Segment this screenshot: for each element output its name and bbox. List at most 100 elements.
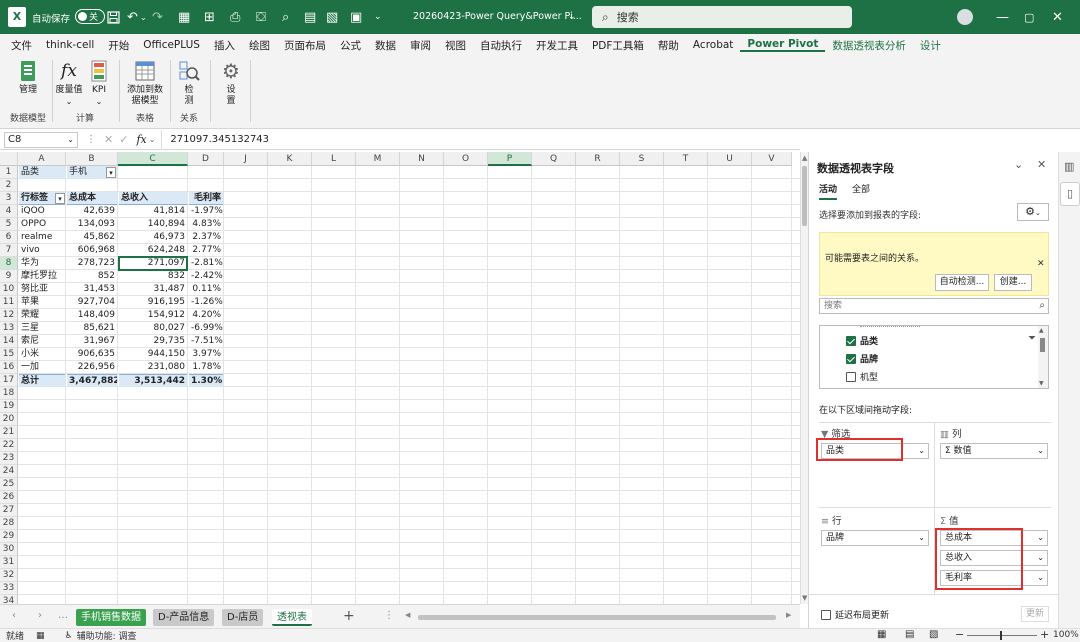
cancel-icon[interactable]: ✕ — [104, 133, 113, 146]
row-header[interactable]: 9 — [0, 270, 18, 283]
tab-automate[interactable]: 自动执行 — [473, 38, 529, 53]
search-doc-icon[interactable]: ⌕ — [282, 6, 289, 28]
tab-developer[interactable]: 开发工具 — [529, 38, 585, 53]
field-list-scrollbar[interactable]: ▲ ▼ — [1038, 326, 1048, 388]
page-break-icon[interactable]: ▧ — [929, 629, 938, 640]
insert-function-icon[interactable]: fx — [136, 133, 146, 146]
pivot-margin-value[interactable]: -2.42% — [189, 270, 223, 283]
checkbox-icon[interactable] — [846, 353, 856, 364]
column-header[interactable]: K — [268, 152, 312, 166]
row-header[interactable]: 10 — [0, 283, 18, 296]
column-header[interactable]: S — [620, 152, 664, 166]
auto-detect-button[interactable]: 自动检测... — [935, 274, 989, 291]
row-header[interactable]: 21 — [0, 426, 18, 439]
pivot-revenue-value[interactable]: 31,487 — [119, 283, 187, 296]
checkbox-icon[interactable] — [846, 335, 856, 346]
row-header[interactable]: 11 — [0, 296, 18, 309]
tab-acrobat[interactable]: Acrobat — [686, 39, 741, 51]
pivot-margin-value[interactable]: -1.26% — [189, 296, 223, 309]
document-icon[interactable]: ▯ — [1060, 182, 1080, 206]
hscroll-left-icon[interactable]: ◀ — [405, 611, 410, 619]
tab-all[interactable]: 全部 — [852, 182, 870, 195]
pivot-margin-value[interactable]: 1.78% — [189, 361, 223, 374]
row-header[interactable]: 34 — [0, 595, 18, 604]
column-header[interactable]: O — [444, 152, 488, 166]
pivot-cost-value[interactable]: 31,967 — [67, 335, 117, 348]
pivot-margin-value[interactable]: -2.81% — [189, 257, 223, 270]
pivot-header-revenue[interactable]: 总收入 — [119, 192, 187, 205]
row-header[interactable]: 6 — [0, 231, 18, 244]
row-header[interactable]: 4 — [0, 205, 18, 218]
column-header[interactable]: P — [488, 152, 532, 166]
pivot-total-cost[interactable]: 3,467,882 — [67, 374, 117, 387]
values-field-pill[interactable]: 毛利率 ⌄ — [940, 570, 1048, 586]
pivot-cost-value[interactable]: 278,723 — [67, 257, 117, 270]
scroll-down-icon[interactable]: ▼ — [1039, 380, 1044, 387]
field-list-scroll-thumb[interactable] — [1040, 338, 1045, 352]
pivot-revenue-value[interactable]: 140,894 — [119, 218, 187, 231]
notice-close-icon[interactable]: ✕ — [1037, 259, 1045, 269]
row-header[interactable]: 2 — [0, 179, 18, 192]
kpi-button[interactable]: KPI ⌄ — [86, 59, 112, 108]
pivot-total-revenue[interactable]: 3,513,442 — [119, 374, 187, 387]
row-header[interactable]: 26 — [0, 491, 18, 504]
prev-sheet-icon[interactable]: ‹ — [12, 610, 16, 621]
tab-insert[interactable]: 插入 — [207, 38, 242, 53]
field-filter-icon[interactable]: ⏷ — [1028, 333, 1036, 344]
row-header[interactable]: 16 — [0, 361, 18, 374]
pivot-row-label[interactable]: 三星 — [19, 322, 65, 335]
columns-field-pill[interactable]: Σ 数值 ⌄ — [940, 443, 1048, 459]
measures-button[interactable]: fx 度量值 ⌄ — [55, 59, 83, 108]
row-header[interactable]: 33 — [0, 582, 18, 595]
row-header[interactable]: 12 — [0, 309, 18, 322]
filter-field-pill[interactable]: 品类 ⌄ — [821, 443, 929, 459]
row-header[interactable]: 19 — [0, 400, 18, 413]
sheet-view-icon[interactable]: ▦ — [178, 6, 190, 28]
row-header[interactable]: 7 — [0, 244, 18, 257]
pivot-revenue-value[interactable]: 916,195 — [119, 296, 187, 309]
row-header[interactable]: 25 — [0, 478, 18, 491]
panel-toggle-icon[interactable]: ▥ — [1064, 160, 1074, 173]
fx-dropdown-icon[interactable]: ⌄ — [149, 135, 156, 144]
tab-home[interactable]: 开始 — [101, 38, 136, 53]
export-icon[interactable]: ▧ — [326, 6, 338, 28]
pivot-header-margin[interactable]: 毛利率 — [189, 192, 223, 205]
form-icon[interactable]: ▣ — [350, 6, 362, 28]
pivot-row-label[interactable]: OPPO — [19, 218, 65, 231]
vertical-scrollbar[interactable]: ▲ ▼ — [800, 152, 808, 604]
tab-split-icon[interactable]: ⋮ — [384, 610, 394, 621]
scroll-up-icon[interactable]: ▲ — [802, 154, 807, 162]
pivot-revenue-value[interactable]: 624,248 — [119, 244, 187, 257]
horizontal-scroll-thumb[interactable] — [418, 615, 776, 620]
pivot-cost-value[interactable]: 852 — [67, 270, 117, 283]
pivot-cost-value[interactable]: 226,956 — [67, 361, 117, 374]
column-header[interactable]: C — [118, 152, 188, 166]
field-item[interactable]: 品类 ⏷ — [846, 333, 1036, 347]
column-header[interactable]: J — [224, 152, 268, 166]
zoom-slider-thumb[interactable] — [1000, 631, 1002, 640]
normal-view-icon[interactable]: ▦ — [877, 629, 886, 640]
name-box[interactable]: C8 ⌄ — [4, 131, 78, 148]
checkbox-icon[interactable] — [846, 371, 856, 382]
vertical-scroll-thumb[interactable] — [802, 166, 807, 226]
column-header[interactable]: D — [188, 152, 224, 166]
tab-officeplus[interactable]: OfficePLUS — [136, 39, 207, 51]
column-header[interactable]: M — [356, 152, 400, 166]
undo-icon[interactable]: ↶ — [127, 6, 138, 28]
tab-review[interactable]: 审阅 — [403, 38, 438, 53]
pivot-revenue-value[interactable]: 29,735 — [119, 335, 187, 348]
column-header[interactable]: R — [576, 152, 620, 166]
update-button[interactable]: 更新 — [1021, 606, 1049, 622]
tab-think-cell[interactable]: think-cell — [39, 39, 101, 51]
filename-dropdown-icon[interactable]: ⌄ — [568, 6, 576, 28]
pivot-row-label[interactable]: 摩托罗拉 — [19, 270, 65, 283]
autosave-toggle[interactable]: 关 — [75, 9, 105, 24]
pivot-margin-value[interactable]: 4.20% — [189, 309, 223, 322]
create-button[interactable]: 创建... — [994, 274, 1032, 291]
add-to-data-model-button[interactable]: 添加到数据模型 — [124, 59, 166, 107]
scroll-up-icon[interactable]: ▲ — [1039, 327, 1044, 334]
search-box[interactable]: ⌕ 搜索 — [592, 6, 852, 28]
defer-update-checkbox[interactable]: 延迟布局更新 — [821, 608, 889, 621]
confirm-icon[interactable]: ✓ — [119, 133, 128, 146]
undo-dropdown-icon[interactable]: ⌄ — [140, 6, 147, 28]
